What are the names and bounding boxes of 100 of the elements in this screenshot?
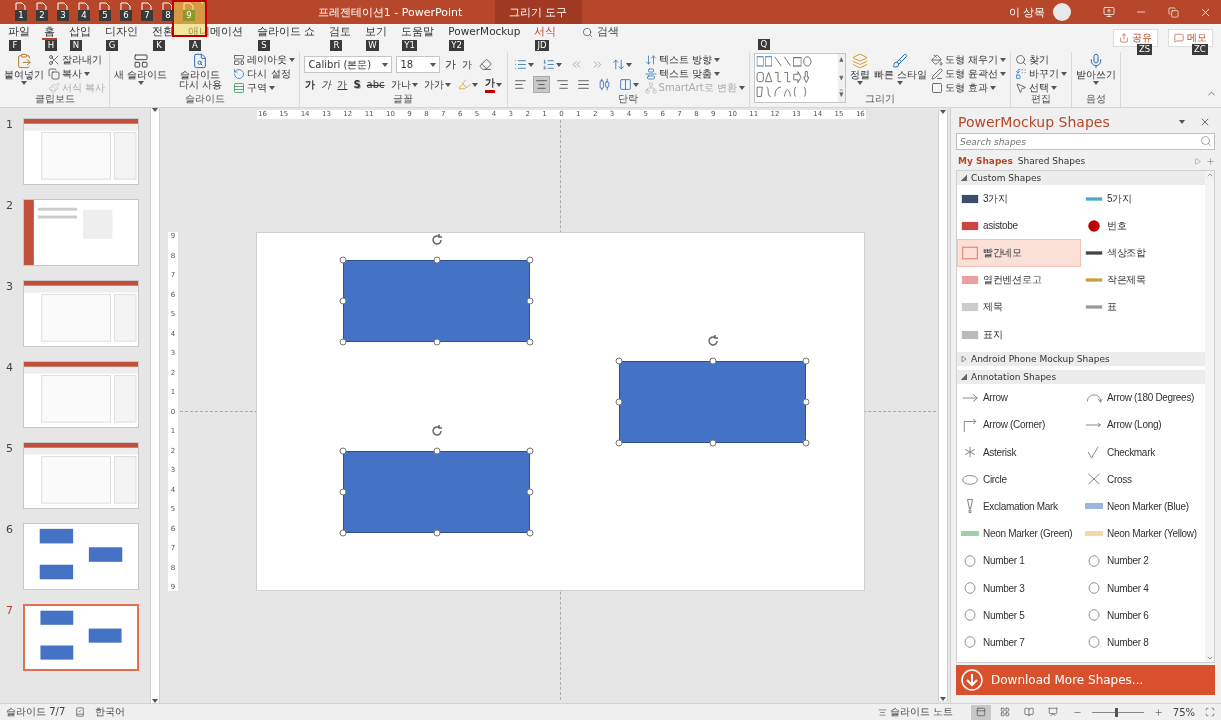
shape-item[interactable]: Number 1 [957,547,1081,575]
shape-item[interactable]: Exclamation Mark [957,492,1081,521]
ribbon-button[interactable]: 다시 설정 [233,67,296,80]
panel-tab[interactable]: My Shapes [958,156,1013,166]
resize-handle[interactable] [526,338,534,346]
resize-handle[interactable] [802,357,810,365]
shape-item[interactable]: Number 4 [1081,574,1205,602]
ribbon-button[interactable]: 레이아웃 [233,53,296,66]
resize-handle[interactable] [615,439,623,447]
ribbon-tab[interactable]: 도움말 [399,25,437,40]
shape-item[interactable]: Number 2 [1081,547,1205,575]
shape-item[interactable]: Number 3 [957,574,1081,602]
document-icon[interactable] [15,2,26,13]
resize-handle[interactable] [339,256,347,264]
ribbon-tab[interactable]: 보기 [363,25,390,40]
shape-item[interactable]: 빨간네모 [957,239,1081,267]
avatar[interactable] [1053,3,1071,21]
panel-tab[interactable]: Shared Shapes [1017,156,1086,166]
ribbon-button[interactable]: 바꾸기 [1015,67,1068,80]
slide-thumbnail[interactable] [23,604,139,671]
toolbar-button[interactable] [532,76,550,93]
slide-thumbnail[interactable] [23,442,139,509]
ribbon-button[interactable]: 슬라이드 다시 사용 [171,53,230,90]
fit-slide-icon[interactable] [1205,707,1215,717]
shape-item[interactable]: Number 7 [957,628,1081,656]
ribbon-button[interactable]: 빠른 스타일 [873,53,928,85]
close-icon[interactable] [1199,116,1211,128]
shape-item[interactable]: 3가지 [957,185,1081,213]
resize-handle[interactable] [339,529,347,537]
resize-handle[interactable] [709,439,716,447]
shape-item[interactable]: Number 6 [1081,601,1205,629]
ribbon-button[interactable]: 잘라내기 [48,53,106,66]
shape-item[interactable]: Number 5 [957,601,1081,629]
ribbon-button[interactable]: 도형 채우기 [931,53,1007,66]
ribbon-tab[interactable]: 디자인 [103,25,140,40]
format-button[interactable]: 가 [336,77,349,92]
shape-item[interactable]: Arrow (180 Degrees) [1081,384,1205,412]
format-button[interactable]: 가 [483,76,503,93]
ribbon-button[interactable]: 선택 [1015,81,1068,94]
resize-handle[interactable] [526,529,534,537]
format-button[interactable]: 가 [304,77,317,92]
shape-item[interactable]: 제목 [957,293,1081,321]
ribbon-button[interactable]: 텍스트 맞춤 [644,67,745,80]
shape-item[interactable]: 번호 [1081,212,1205,240]
shape-item[interactable]: Arrow [957,384,1081,412]
resize-handle[interactable] [339,297,347,305]
display-options-icon[interactable] [1103,6,1115,18]
zoom-in-icon[interactable] [1153,707,1163,717]
resize-handle[interactable] [433,256,440,264]
shape-item[interactable]: Asterisk [957,438,1081,466]
document-icon[interactable] [57,2,68,13]
shape-item[interactable]: Neon Marker (Blue) [1081,492,1205,521]
resize-handle[interactable] [433,447,440,455]
rotate-handle-icon[interactable] [429,233,444,247]
resize-handle[interactable] [526,447,534,455]
ribbon-button[interactable]: 붙여넣기 [4,53,44,85]
shape-item[interactable]: 5가지 [1081,185,1205,213]
ribbon-button[interactable]: 찾기 [1015,53,1068,66]
scrollbar[interactable] [1205,171,1214,662]
resize-handle[interactable] [433,338,440,346]
document-icon[interactable] [78,2,89,13]
document-icon[interactable] [120,2,131,13]
search-field[interactable]: Search shapes [956,133,1215,150]
ribbon-tab[interactable]: 서식 [532,25,559,40]
view-button[interactable] [970,704,991,720]
shape-item[interactable]: Arrow (Long) [1081,411,1205,439]
scrollbar[interactable] [150,108,160,703]
resize-handle[interactable] [526,256,534,264]
ribbon-tab[interactable]: 슬라이드 쇼 [255,25,318,40]
slide-thumbnail[interactable] [23,361,139,428]
ribbon-tab[interactable]: 파일 [6,25,32,40]
format-button[interactable]: S [352,79,362,90]
shape-item[interactable]: Cross [1081,465,1205,493]
format-button[interactable]: abc [365,79,386,90]
shape-item[interactable]: 색상조합 [1081,239,1205,267]
ribbon-button[interactable]: 새 슬라이드 [114,53,168,85]
notes-button[interactable]: 슬라이드 노트 [877,705,953,719]
rotate-handle-icon[interactable] [705,334,720,348]
ribbon-tab[interactable]: 검토 [327,25,354,40]
shape-item[interactable]: Checkmark [1081,438,1205,466]
restore-icon[interactable] [1167,6,1179,18]
shape-item[interactable]: Number 8 [1081,628,1205,656]
format-button[interactable]: 가 [461,57,474,72]
resize-handle[interactable] [526,297,534,305]
section-header[interactable]: Custom Shapes [957,171,1205,185]
rotate-handle-icon[interactable] [429,424,444,438]
slide-thumbnail[interactable] [23,280,139,347]
scrollbar[interactable] [938,110,948,701]
shape-item[interactable]: 표지 [957,320,1081,349]
shape-item[interactable]: Neon Marker (Green) [957,520,1081,548]
book-icon[interactable] [75,707,86,717]
tell-me-search[interactable]: 검색 [582,25,620,39]
resize-handle[interactable] [615,398,623,406]
ribbon-button[interactable]: 구역 [233,81,296,94]
shapes-gallery[interactable] [753,53,846,103]
ribbon-tab[interactable]: PowerMockup [446,25,523,40]
resize-handle[interactable] [339,488,347,496]
format-button[interactable]: 가나 [389,77,419,92]
ribbon-button[interactable]: 받아쓰기 [1076,53,1117,85]
ribbon-button[interactable]: 텍스트 방향 [644,53,745,66]
